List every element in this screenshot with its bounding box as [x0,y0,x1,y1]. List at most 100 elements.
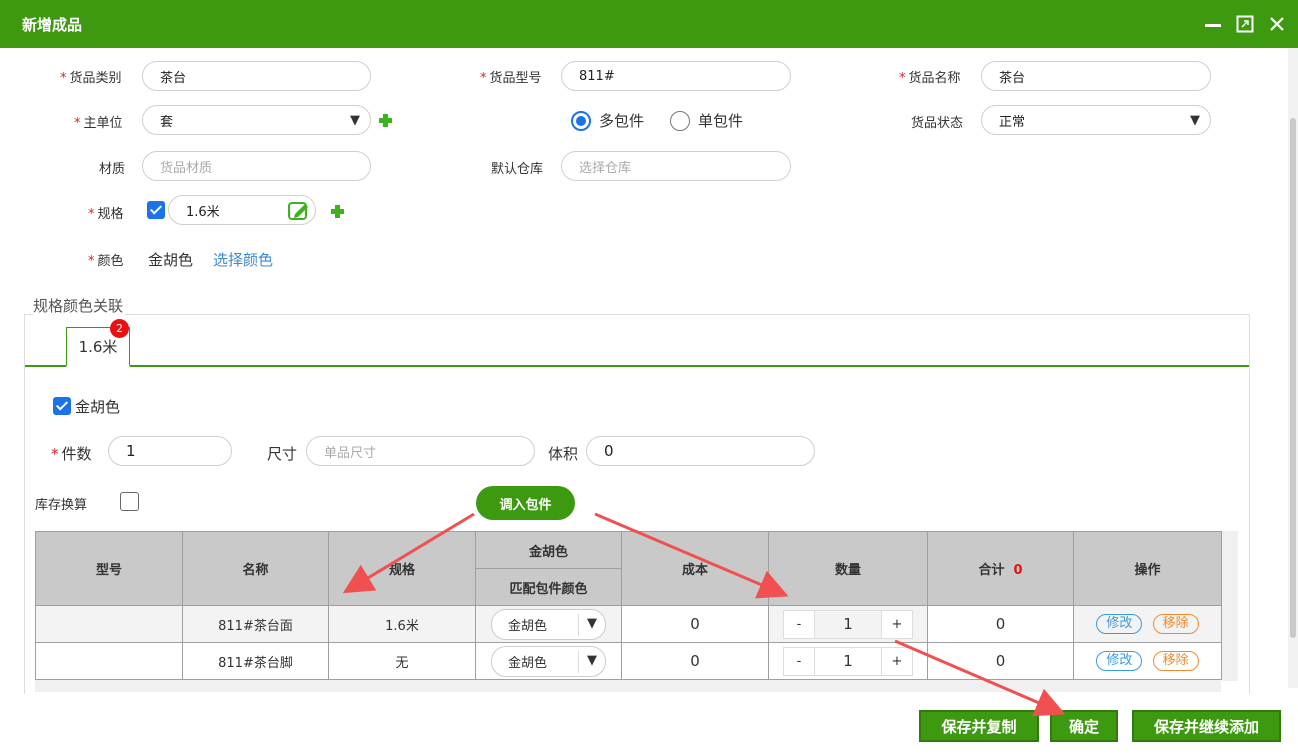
minimize-icon[interactable] [1204,14,1222,34]
decrement-button[interactable]: - [783,609,815,639]
package-table: 型号 名称 规格 金胡色 成本 数量 合计 0 操作 匹配包件颜色 811#茶台… [35,531,1222,680]
cell-spec: 无 [328,642,476,680]
radio-selected-icon [571,110,591,131]
name-label: * 货品名称 [899,71,961,86]
name-input[interactable]: 茶台 [981,61,1211,91]
size-label: 尺寸 [267,445,298,463]
cell-spec: 1.6米 [328,605,476,643]
total-sum-value: 0 [1013,563,1023,578]
header-cost: 成本 [621,531,769,606]
spec-input[interactable]: 1.6米 [168,195,316,225]
color-checkbox[interactable] [53,397,71,415]
category-label: * 货品类别 [60,71,122,86]
save-copy-button[interactable]: 保存并复制 [919,710,1039,742]
radio-multi-package[interactable]: 多包件 [571,110,644,131]
tab-count-badge: 2 [110,319,129,338]
volume-input[interactable]: 0 [586,436,815,466]
header-model: 型号 [35,531,183,606]
status-select[interactable]: 正常 ▼ [981,105,1211,135]
quantity-stepper[interactable]: - 1 + [783,646,913,676]
header-color-group: 金胡色 [475,531,622,569]
increment-button[interactable]: + [881,609,913,639]
cell-actions: 修改 移除 [1073,605,1222,643]
header-spec: 规格 [328,531,476,606]
page-scrollbar[interactable] [1288,48,1298,688]
close-icon[interactable] [1268,14,1286,34]
material-input[interactable]: 货品材质 [142,151,371,181]
cell-total: 0 [927,642,1074,680]
category-input[interactable]: 茶台 [142,61,371,91]
import-package-button[interactable]: 调入包件 [476,486,575,520]
cell-cost[interactable]: 0 [621,642,769,680]
cell-actions: 修改 移除 [1073,642,1222,680]
pieces-input[interactable]: 1 [108,436,232,466]
cell-qty: - 1 + [768,642,928,680]
status-label: 货品状态 [911,116,964,131]
maximize-icon[interactable] [1236,14,1254,34]
color-label: * 颜色 [88,254,124,269]
decrement-button[interactable]: - [783,646,815,676]
stock-convert-label: 库存换算 [35,498,88,513]
header-total: 合计 0 [927,531,1074,606]
dropdown-arrow-icon: ▼ [587,615,597,631]
cell-name: 811#茶台面 [182,605,329,643]
cell-total: 0 [927,605,1074,643]
status-value: 正常 [999,114,1026,130]
edit-button[interactable]: 修改 [1096,614,1143,634]
cell-color: 金胡色 ▼ [475,605,622,643]
table-horizontal-scrollbar[interactable] [35,680,1221,692]
cell-model [35,605,183,643]
spec-value: 1.6米 [186,204,220,220]
dropdown-arrow-icon: ▼ [1190,113,1200,128]
add-spec-plus-icon[interactable] [331,205,344,218]
radio-single-package[interactable]: 单包件 [670,110,743,131]
cell-name: 811#茶台脚 [182,642,329,680]
save-continue-button[interactable]: 保存并继续添加 [1132,710,1281,742]
select-color-link[interactable]: 选择颜色 [213,249,273,270]
header-name: 名称 [182,531,329,606]
cell-model [35,642,183,680]
size-input[interactable]: 单品尺寸 [306,436,535,466]
increment-button[interactable]: + [881,646,913,676]
remove-button[interactable]: 移除 [1152,614,1199,634]
material-label: 材质 [99,162,126,177]
model-input[interactable]: 811# [561,61,791,91]
edit-button[interactable]: 修改 [1096,651,1143,671]
title-bar: 新增成品 [0,0,1298,48]
spec-label: * 规格 [88,207,124,222]
confirm-button[interactable]: 确定 [1050,710,1118,742]
add-unit-plus-icon[interactable] [379,114,392,127]
cell-cost[interactable]: 0 [621,605,769,643]
unit-value: 套 [160,114,174,130]
color-select[interactable]: 金胡色 ▼ [491,645,606,677]
warehouse-label: 默认仓库 [491,162,544,177]
header-qty: 数量 [768,531,928,606]
unit-select[interactable]: 套 ▼ [142,105,371,135]
edit-icon[interactable] [288,200,310,221]
dropdown-arrow-icon: ▼ [350,113,360,128]
quantity-value[interactable]: 1 [815,609,881,639]
header-actions: 操作 [1073,531,1222,606]
fieldset-legend: 规格颜色关联 [33,295,126,316]
dropdown-arrow-icon: ▼ [587,652,597,668]
model-label: * 货品型号 [480,71,542,86]
color-select[interactable]: 金胡色 ▼ [491,608,606,640]
radio-unselected-icon [670,110,690,131]
volume-label: 体积 [548,445,579,463]
spec-checkbox[interactable] [147,201,165,219]
unit-label: * 主单位 [74,116,123,131]
table-row: 811#茶台面 1.6米 金胡色 ▼ 0 - 1 + 0 修改 移除 [35,605,1222,643]
quantity-stepper[interactable]: - 1 + [783,609,913,639]
cell-color: 金胡色 ▼ [475,642,622,680]
header-match-color: 匹配包件颜色 [475,568,622,606]
table-vertical-scrollbar[interactable] [1222,531,1238,681]
cell-qty: - 1 + [768,605,928,643]
tab-underline [25,365,1249,367]
pieces-label: * 件数 [51,445,92,463]
warehouse-input[interactable]: 选择仓库 [561,151,791,181]
remove-button[interactable]: 移除 [1152,651,1199,671]
quantity-value[interactable]: 1 [815,646,881,676]
window-title: 新增成品 [22,15,83,34]
stock-convert-checkbox[interactable] [120,492,139,511]
color-checkbox-label: 金胡色 [75,398,121,416]
